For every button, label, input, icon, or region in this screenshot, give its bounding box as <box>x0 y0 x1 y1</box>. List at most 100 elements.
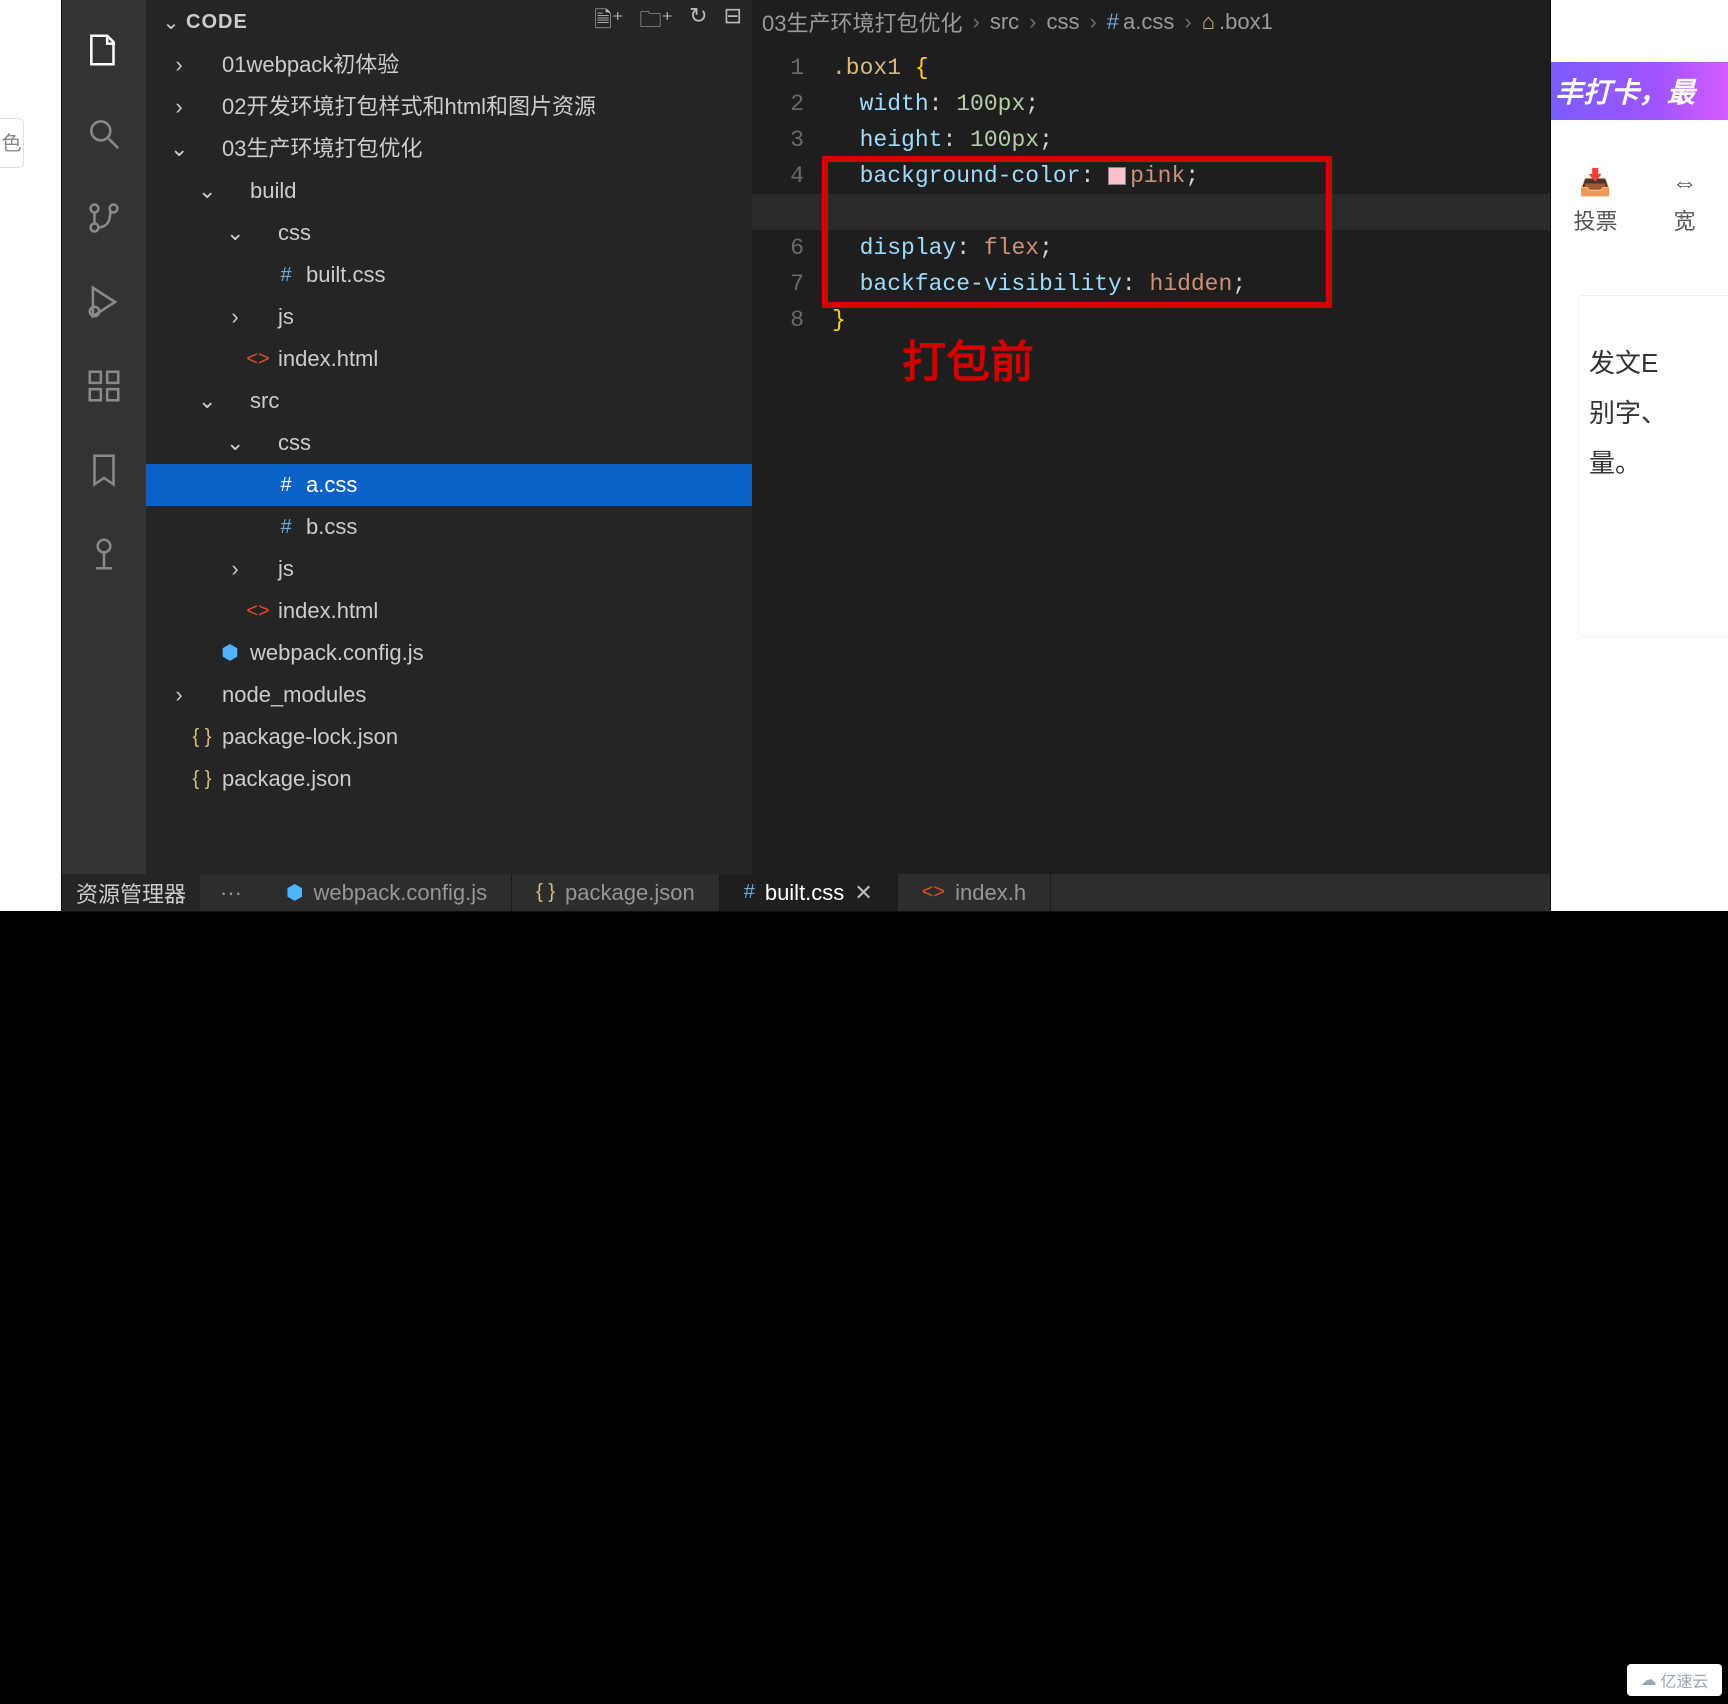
tree-item[interactable]: ⌄ build <box>146 170 752 212</box>
scm-icon[interactable] <box>62 176 146 260</box>
chevron-icon: ⌄ <box>198 171 216 211</box>
code-line[interactable]: 6 display: flex; <box>752 230 1550 266</box>
watermark-badge: ☁ 亿速云 <box>1627 1664 1722 1696</box>
debug-icon[interactable] <box>62 260 146 344</box>
chevron-icon: ⌄ <box>170 129 188 169</box>
annotation-text: 打包前 <box>902 348 1034 384</box>
right-card-line: 量。 <box>1589 438 1728 488</box>
hash-icon: # <box>1107 9 1119 34</box>
code-line[interactable]: 7 backface-visibility: hidden; <box>752 266 1550 302</box>
cube-icon: ⬢ <box>286 880 303 905</box>
refresh-icon[interactable]: ↻ <box>689 3 707 41</box>
tree-item-label: css <box>278 213 311 253</box>
more-icon[interactable]: ··· <box>200 880 262 906</box>
html-icon: <> <box>922 881 945 904</box>
tree-item-label: build <box>250 171 296 211</box>
breadcrumb-item[interactable]: css <box>1046 9 1079 35</box>
code-line[interactable]: 4 background-color: pink; <box>752 158 1550 194</box>
right-card-line: 发文E <box>1589 338 1728 388</box>
new-folder-icon[interactable]: 🗀⁺ <box>640 3 674 41</box>
explorer-sidebar: ⌄ CODE 🗎⁺ 🗀⁺ ↻ ⊟ ›01webpack初体验›02开发环境打包样… <box>146 0 752 874</box>
tree-item[interactable]: ›js <box>146 548 752 590</box>
chevron-right-icon: › <box>1029 9 1036 35</box>
breadcrumbs[interactable]: 03生产环境打包优化›src›css›#a.css›⌂.box1 <box>752 0 1550 44</box>
tree-item[interactable]: ›js <box>146 296 752 338</box>
tree-item[interactable]: { }package-lock.json <box>146 716 752 758</box>
promo-banner: 丰打卡，最 <box>1551 62 1728 120</box>
workspace-title: CODE <box>186 11 248 34</box>
tree-item[interactable]: ⌄ 03生产环境打包优化 <box>146 128 752 170</box>
search-icon[interactable] <box>62 92 146 176</box>
code-line[interactable]: 3 height: 100px; <box>752 122 1550 158</box>
new-file-icon[interactable]: 🗎⁺ <box>594 3 623 41</box>
chevron-down-icon: ⌄ <box>162 10 180 35</box>
tree-item-label: index.html <box>278 339 378 379</box>
tree-item[interactable]: { }package.json <box>146 758 752 800</box>
tree-item-label: a.css <box>306 465 357 505</box>
vote-button[interactable]: 📥 投票 <box>1551 156 1640 246</box>
breadcrumb-item[interactable]: src <box>990 9 1019 35</box>
tree-item[interactable]: ›01webpack初体验 <box>146 44 752 86</box>
editor-tab[interactable]: <>index.h <box>898 874 1051 911</box>
tree-item[interactable]: ⬢webpack.config.js <box>146 632 752 674</box>
close-icon[interactable]: ✕ <box>854 880 872 906</box>
tree-item-label: package-lock.json <box>222 717 398 757</box>
tree-item-label: 03生产环境打包优化 <box>222 129 422 169</box>
extensions-icon[interactable] <box>62 344 146 428</box>
chevron-icon: › <box>226 549 244 589</box>
left-chip[interactable]: 色 <box>0 118 24 168</box>
wide-button[interactable]: ⇔ 宽 <box>1640 156 1728 246</box>
tree-item[interactable]: ›node_modules <box>146 674 752 716</box>
tree-item[interactable]: <>index.html <box>146 590 752 632</box>
tree-item[interactable]: ⌄ css <box>146 212 752 254</box>
chevron-icon: ⌄ <box>226 423 244 463</box>
tree-item[interactable]: <>index.html <box>146 338 752 380</box>
page-left-strip: 色 <box>0 0 62 911</box>
tree-item[interactable]: #a.css <box>146 464 752 506</box>
editor-tab[interactable]: #built.css✕ <box>720 874 898 911</box>
bookmark-icon[interactable] <box>62 428 146 512</box>
editor-tab[interactable]: ⬢ webpack.config.js <box>262 874 512 911</box>
sidebar-header[interactable]: ⌄ CODE 🗎⁺ 🗀⁺ ↻ ⊟ <box>146 0 752 44</box>
tree-item[interactable]: ⌄ css <box>146 422 752 464</box>
collapse-icon[interactable]: ⊟ <box>724 3 742 41</box>
chevron-icon <box>254 465 272 505</box>
chevron-icon <box>226 591 244 631</box>
code-line[interactable]: 2 width: 100px; <box>752 86 1550 122</box>
chevron-icon: ⌄ <box>226 213 244 253</box>
code-area[interactable]: 1.box1 {2 width: 100px;3 height: 100px;4… <box>752 44 1550 338</box>
tree-item-label: index.html <box>278 591 378 631</box>
html-icon: <> <box>244 339 272 379</box>
tree-item[interactable]: #built.css <box>146 254 752 296</box>
tree-icon[interactable] <box>62 512 146 596</box>
cube-icon: ⬢ <box>216 633 244 673</box>
editor-tab[interactable]: { }package.json <box>512 874 720 911</box>
tree-item-label: src <box>250 381 279 421</box>
tree-item[interactable]: ›02开发环境打包样式和html和图片资源 <box>146 86 752 128</box>
tree-item-label: webpack.config.js <box>250 633 424 673</box>
right-toolbar: 📥 投票 ⇔ 宽 <box>1551 156 1728 246</box>
breadcrumb-item[interactable]: #a.css <box>1107 9 1175 35</box>
explorer-icon[interactable] <box>62 8 146 92</box>
chevron-right-icon: › <box>972 9 979 35</box>
line-number: 1 <box>752 50 832 86</box>
page-right-panel: 丰打卡，最 📥 投票 ⇔ 宽 发文E 别字、 量。 <box>1550 0 1728 911</box>
breadcrumb-item[interactable]: 03生产环境打包优化 <box>762 6 962 38</box>
tree-item-label: css <box>278 423 311 463</box>
tree-item-label: 02开发环境打包样式和html和图片资源 <box>222 87 596 127</box>
vscode-window: ⌄ CODE 🗎⁺ 🗀⁺ ↻ ⊟ ›01webpack初体验›02开发环境打包样… <box>62 0 1550 911</box>
tab-label: webpack.config.js <box>313 880 487 906</box>
file-tree: ›01webpack初体验›02开发环境打包样式和html和图片资源⌄03生产环… <box>146 44 752 800</box>
breadcrumb-item[interactable]: ⌂.box1 <box>1202 9 1273 35</box>
tree-item-label: built.css <box>306 255 385 295</box>
vote-label: 投票 <box>1573 204 1617 236</box>
tree-item[interactable]: ⌄src <box>146 380 752 422</box>
wide-label: 宽 <box>1673 204 1695 236</box>
chevron-icon: › <box>170 45 188 85</box>
code-line[interactable]: 1.box1 { <box>752 50 1550 86</box>
tree-item[interactable]: #b.css <box>146 506 752 548</box>
html-icon: <> <box>244 591 272 631</box>
chevron-icon <box>254 507 272 547</box>
code-line[interactable]: 8} <box>752 302 1550 338</box>
explorer-label[interactable]: 资源管理器 <box>62 874 200 911</box>
